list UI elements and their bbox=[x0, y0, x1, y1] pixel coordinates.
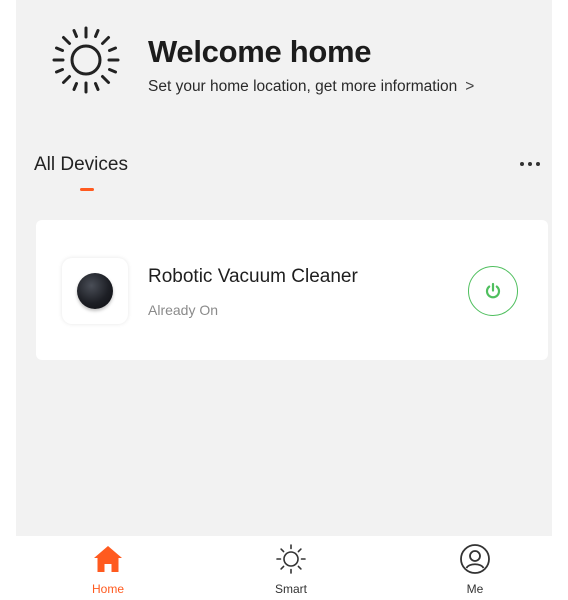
welcome-title: Welcome home bbox=[148, 34, 372, 69]
tab-me-label: Me bbox=[466, 582, 484, 596]
more-dot bbox=[528, 162, 532, 166]
sun-icon bbox=[52, 26, 120, 94]
tab-home-label: Home bbox=[91, 582, 124, 596]
person-icon bbox=[458, 542, 492, 576]
device-thumbnail bbox=[62, 258, 128, 324]
tab-smart-label: Smart bbox=[274, 582, 307, 596]
more-dot bbox=[536, 162, 540, 166]
device-status: Already On bbox=[148, 302, 219, 318]
active-tab-indicator bbox=[80, 188, 94, 191]
power-icon bbox=[485, 282, 501, 299]
welcome-header[interactable]: Welcome home Set your home location, get… bbox=[16, 0, 552, 120]
app-screen: Welcome home Set your home location, get… bbox=[16, 0, 552, 600]
device-card[interactable]: Robotic Vacuum Cleaner Already On bbox=[36, 220, 548, 360]
robot-vacuum-image bbox=[77, 273, 113, 309]
device-name: Robotic Vacuum Cleaner bbox=[148, 266, 358, 287]
power-button[interactable] bbox=[468, 266, 518, 316]
tab-smart[interactable]: Smart bbox=[236, 542, 346, 600]
more-options-button[interactable] bbox=[512, 152, 548, 176]
tab-me[interactable]: Me bbox=[420, 542, 530, 600]
home-icon bbox=[91, 542, 125, 576]
sun-icon bbox=[274, 542, 308, 576]
tab-home[interactable]: Home bbox=[53, 542, 163, 600]
more-dots-icon bbox=[520, 162, 524, 166]
welcome-subtitle: Set your home location, get more informa… bbox=[148, 78, 458, 95]
chevron-right-icon: > bbox=[465, 78, 475, 95]
tab-all-devices[interactable]: All Devices bbox=[34, 154, 128, 176]
home-location-link[interactable]: Set your home location, get more informa… bbox=[148, 78, 474, 96]
bottom-tab-bar: Home Smart Me bbox=[16, 536, 552, 600]
